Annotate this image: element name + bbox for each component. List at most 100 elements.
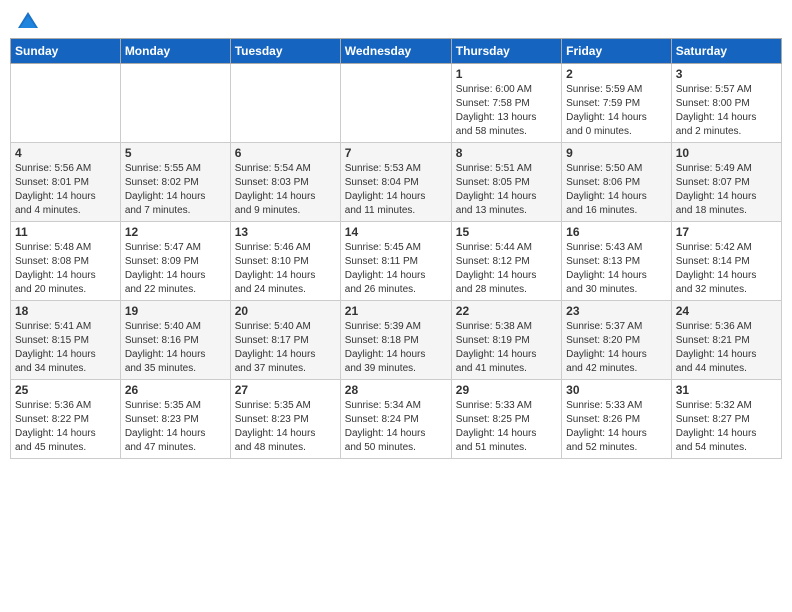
logo-icon [16, 10, 40, 30]
day-info: Sunrise: 5:33 AMSunset: 8:25 PMDaylight:… [456, 399, 557, 455]
calendar-cell: 14 Sunrise: 5:45 AMSunset: 8:11 PMDayligh… [340, 222, 451, 301]
day-info: Sunrise: 5:36 AMSunset: 8:21 PMDaylight:… [676, 320, 777, 376]
day-number: 28 [345, 383, 447, 397]
day-number: 7 [345, 146, 447, 160]
day-info: Sunrise: 5:36 AMSunset: 8:22 PMDaylight:… [15, 399, 116, 455]
day-info: Sunrise: 5:53 AMSunset: 8:04 PMDaylight:… [345, 162, 447, 218]
week-row-3: 11 Sunrise: 5:48 AMSunset: 8:08 PMDayligh… [11, 222, 782, 301]
calendar-cell: 22 Sunrise: 5:38 AMSunset: 8:19 PMDayligh… [451, 301, 561, 380]
day-info: Sunrise: 5:39 AMSunset: 8:18 PMDaylight:… [345, 320, 447, 376]
week-row-1: 1 Sunrise: 6:00 AMSunset: 7:58 PMDaylight… [11, 64, 782, 143]
day-number: 20 [235, 304, 336, 318]
calendar-cell: 19 Sunrise: 5:40 AMSunset: 8:16 PMDayligh… [120, 301, 230, 380]
day-info: Sunrise: 5:44 AMSunset: 8:12 PMDaylight:… [456, 241, 557, 297]
day-info: Sunrise: 5:50 AMSunset: 8:06 PMDaylight:… [566, 162, 667, 218]
week-row-5: 25Sunrise: 5:36 AMSunset: 8:22 PMDayligh… [11, 380, 782, 459]
calendar-cell: 17Sunrise: 5:42 AMSunset: 8:14 PMDayligh… [671, 222, 781, 301]
calendar-cell: 2Sunrise: 5:59 AMSunset: 7:59 PMDaylight… [562, 64, 672, 143]
calendar-cell: 10 Sunrise: 5:49 AMSunset: 8:07 PMDayligh… [671, 143, 781, 222]
day-number: 16 [566, 225, 667, 239]
day-header-wednesday: Wednesday [340, 39, 451, 64]
day-number: 23 [566, 304, 667, 318]
day-info: Sunrise: 5:57 AMSunset: 8:00 PMDaylight:… [676, 83, 777, 139]
calendar-cell: 11 Sunrise: 5:48 AMSunset: 8:08 PMDayligh… [11, 222, 121, 301]
day-number: 17 [676, 225, 777, 239]
day-info: Sunrise: 5:35 AMSunset: 8:23 PMDaylight:… [125, 399, 226, 455]
calendar-cell: 4Sunrise: 5:56 AMSunset: 8:01 PMDaylight… [11, 143, 121, 222]
day-header-thursday: Thursday [451, 39, 561, 64]
day-info: Sunrise: 5:45 AMSunset: 8:11 PMDaylight:… [345, 241, 447, 297]
day-info: Sunrise: 6:00 AMSunset: 7:58 PMDaylight:… [456, 83, 557, 139]
day-number: 31 [676, 383, 777, 397]
day-number: 11 [15, 225, 116, 239]
calendar-cell: 6Sunrise: 5:54 AMSunset: 8:03 PMDaylight… [230, 143, 340, 222]
calendar-cell: 31 Sunrise: 5:32 AMSunset: 8:27 PMDayligh… [671, 380, 781, 459]
day-number: 22 [456, 304, 557, 318]
calendar-cell: 9 Sunrise: 5:50 AMSunset: 8:06 PMDaylight… [562, 143, 672, 222]
day-info: Sunrise: 5:38 AMSunset: 8:19 PMDaylight:… [456, 320, 557, 376]
day-header-saturday: Saturday [671, 39, 781, 64]
day-header-monday: Monday [120, 39, 230, 64]
day-number: 12 [125, 225, 226, 239]
calendar-cell: 1 Sunrise: 6:00 AMSunset: 7:58 PMDaylight… [451, 64, 561, 143]
day-info: Sunrise: 5:40 AMSunset: 8:17 PMDaylight:… [235, 320, 336, 376]
calendar-cell: 26 Sunrise: 5:35 AMSunset: 8:23 PMDayligh… [120, 380, 230, 459]
calendar-cell: 21 Sunrise: 5:39 AMSunset: 8:18 PMDayligh… [340, 301, 451, 380]
calendar-cell: 5 Sunrise: 5:55 AMSunset: 8:02 PMDaylight… [120, 143, 230, 222]
calendar-cell [230, 64, 340, 143]
week-row-2: 4Sunrise: 5:56 AMSunset: 8:01 PMDaylight… [11, 143, 782, 222]
calendar-table: SundayMondayTuesdayWednesdayThursdayFrid… [10, 38, 782, 459]
day-number: 21 [345, 304, 447, 318]
calendar-cell: 3 Sunrise: 5:57 AMSunset: 8:00 PMDaylight… [671, 64, 781, 143]
calendar-cell: 23 Sunrise: 5:37 AMSunset: 8:20 PMDayligh… [562, 301, 672, 380]
day-number: 5 [125, 146, 226, 160]
week-row-4: 18 Sunrise: 5:41 AMSunset: 8:15 PMDayligh… [11, 301, 782, 380]
header [10, 10, 782, 30]
day-number: 9 [566, 146, 667, 160]
calendar-cell: 16 Sunrise: 5:43 AMSunset: 8:13 PMDayligh… [562, 222, 672, 301]
calendar-cell [340, 64, 451, 143]
calendar-cell: 30Sunrise: 5:33 AMSunset: 8:26 PMDayligh… [562, 380, 672, 459]
day-info: Sunrise: 5:54 AMSunset: 8:03 PMDaylight:… [235, 162, 336, 218]
day-number: 10 [676, 146, 777, 160]
day-number: 2 [566, 67, 667, 81]
day-number: 19 [125, 304, 226, 318]
day-info: Sunrise: 5:34 AMSunset: 8:24 PMDaylight:… [345, 399, 447, 455]
page: SundayMondayTuesdayWednesdayThursdayFrid… [0, 0, 792, 612]
day-info: Sunrise: 5:37 AMSunset: 8:20 PMDaylight:… [566, 320, 667, 376]
day-info: Sunrise: 5:56 AMSunset: 8:01 PMDaylight:… [15, 162, 116, 218]
day-header-sunday: Sunday [11, 39, 121, 64]
day-number: 1 [456, 67, 557, 81]
day-info: Sunrise: 5:47 AMSunset: 8:09 PMDaylight:… [125, 241, 226, 297]
day-number: 18 [15, 304, 116, 318]
day-info: Sunrise: 5:55 AMSunset: 8:02 PMDaylight:… [125, 162, 226, 218]
day-info: Sunrise: 5:33 AMSunset: 8:26 PMDaylight:… [566, 399, 667, 455]
logo [14, 10, 40, 30]
day-number: 26 [125, 383, 226, 397]
day-number: 24 [676, 304, 777, 318]
day-info: Sunrise: 5:35 AMSunset: 8:23 PMDaylight:… [235, 399, 336, 455]
day-header-tuesday: Tuesday [230, 39, 340, 64]
calendar-cell: 18 Sunrise: 5:41 AMSunset: 8:15 PMDayligh… [11, 301, 121, 380]
day-number: 14 [345, 225, 447, 239]
logo-text [14, 10, 40, 30]
calendar-cell: 20 Sunrise: 5:40 AMSunset: 8:17 PMDayligh… [230, 301, 340, 380]
calendar-cell: 27 Sunrise: 5:35 AMSunset: 8:23 PMDayligh… [230, 380, 340, 459]
day-info: Sunrise: 5:51 AMSunset: 8:05 PMDaylight:… [456, 162, 557, 218]
day-number: 8 [456, 146, 557, 160]
day-info: Sunrise: 5:40 AMSunset: 8:16 PMDaylight:… [125, 320, 226, 376]
day-info: Sunrise: 5:48 AMSunset: 8:08 PMDaylight:… [15, 241, 116, 297]
calendar-cell: 7 Sunrise: 5:53 AMSunset: 8:04 PMDaylight… [340, 143, 451, 222]
day-number: 13 [235, 225, 336, 239]
calendar-cell: 24 Sunrise: 5:36 AMSunset: 8:21 PMDayligh… [671, 301, 781, 380]
calendar-cell [11, 64, 121, 143]
day-info: Sunrise: 5:49 AMSunset: 8:07 PMDaylight:… [676, 162, 777, 218]
calendar-cell: 28 Sunrise: 5:34 AMSunset: 8:24 PMDayligh… [340, 380, 451, 459]
day-number: 27 [235, 383, 336, 397]
day-info: Sunrise: 5:41 AMSunset: 8:15 PMDaylight:… [15, 320, 116, 376]
day-info: Sunrise: 5:43 AMSunset: 8:13 PMDaylight:… [566, 241, 667, 297]
day-info: Sunrise: 5:32 AMSunset: 8:27 PMDaylight:… [676, 399, 777, 455]
calendar-cell: 15Sunrise: 5:44 AMSunset: 8:12 PMDayligh… [451, 222, 561, 301]
calendar-cell: 13Sunrise: 5:46 AMSunset: 8:10 PMDayligh… [230, 222, 340, 301]
day-number: 3 [676, 67, 777, 81]
